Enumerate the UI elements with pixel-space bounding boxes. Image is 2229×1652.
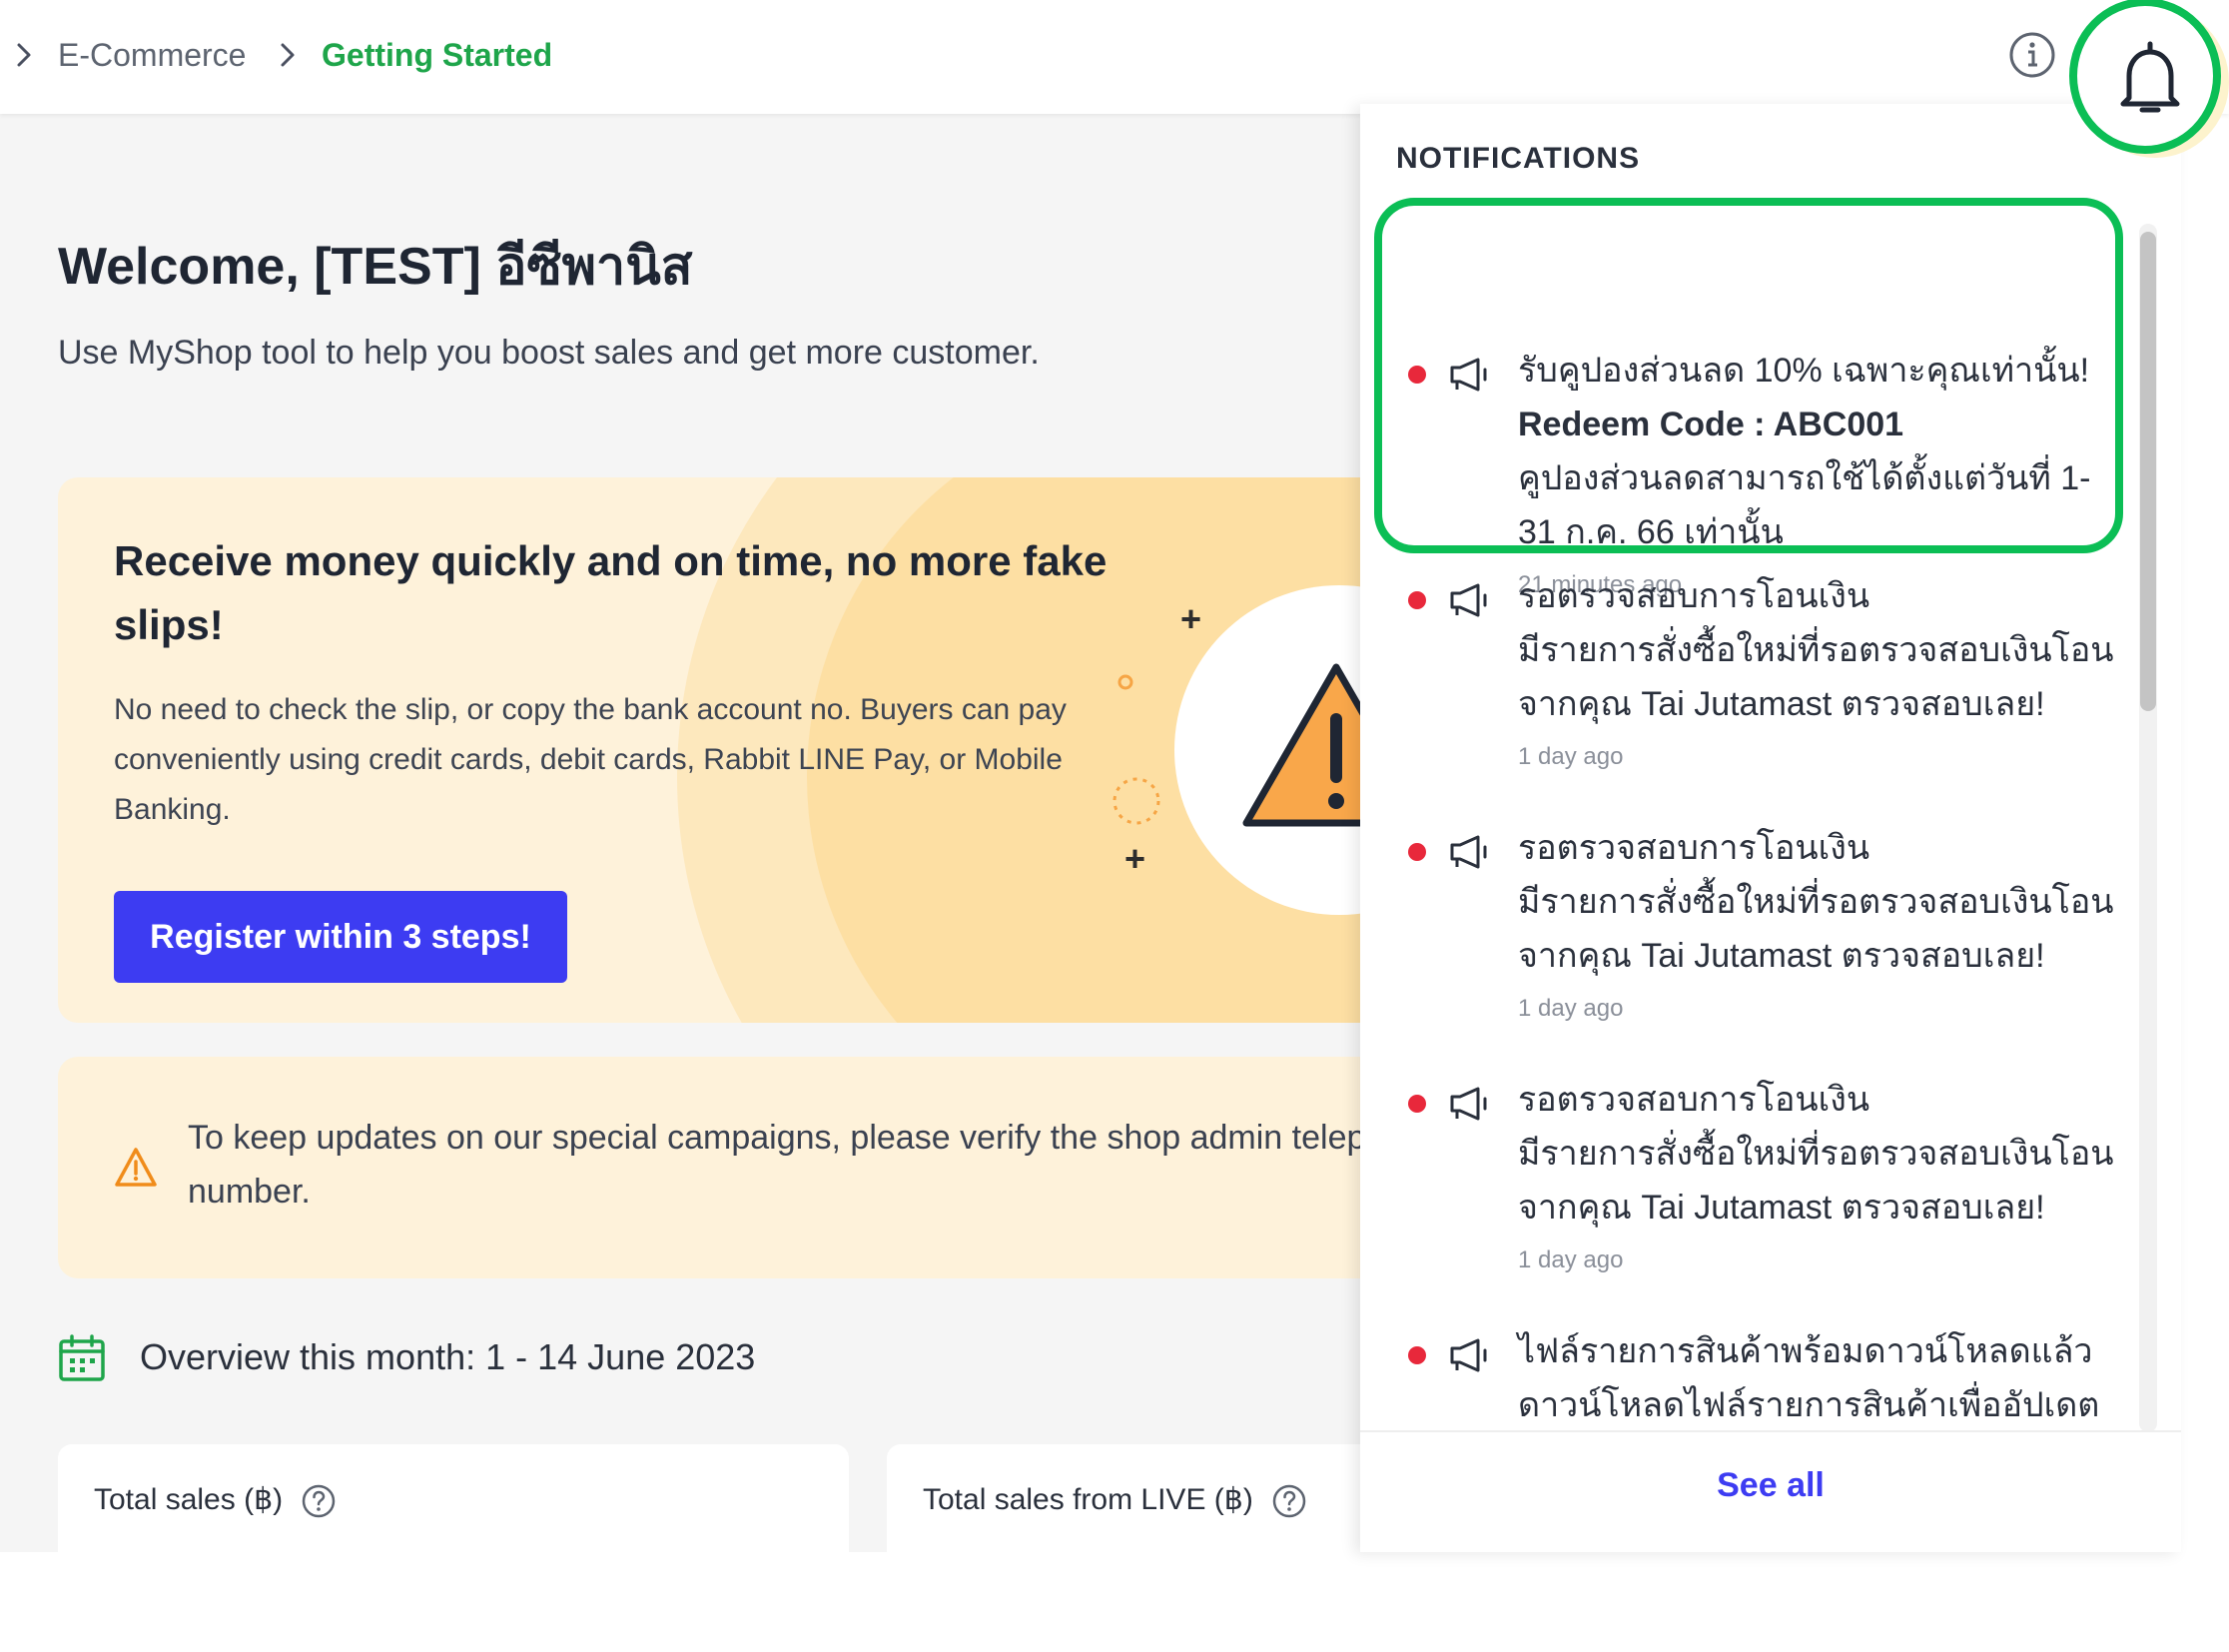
alert-text: To keep updates on our special campaigns… (188, 1119, 1442, 1211)
top-bar: E-Commerce Getting Started (0, 0, 2229, 114)
unread-dot (1408, 591, 1426, 609)
notification-item[interactable]: รอตรวจสอบการโอนเงิน มีรายการสั่งซื้อใหม่… (1360, 805, 2139, 1055)
calendar-icon (59, 1334, 105, 1381)
verify-phone-alert: To keep updates on our special campaigns… (58, 1057, 1456, 1278)
notification-body: มีรายการสั่งซื้อใหม่ที่รอตรวจสอบเงินโอนจ… (1518, 883, 2114, 975)
notification-title: ไฟล์รายการสินค้าพร้อมดาวน์โหลดแล้ว (1518, 1332, 2093, 1370)
notification-title: รอตรวจสอบการโอนเงิน (1518, 829, 1870, 867)
sparkle-icon: + (1180, 598, 1202, 639)
banner-description: No need to check the slip, or copy the b… (114, 693, 1067, 826)
sparkle-icon (1113, 777, 1160, 825)
help-circle-icon[interactable] (301, 1483, 337, 1519)
bell-icon (2120, 41, 2180, 113)
notification-title: รอตรวจสอบการโอนเงิน (1518, 577, 1870, 615)
notifications-panel: NOTIFICATIONS รับคูปองส่วนลด 10% เฉพาะคุ… (1360, 104, 2181, 1552)
megaphone-icon (1450, 1338, 1487, 1372)
notification-body: ดาวน์โหลดไฟล์รายการสินค้าเพื่ออัปเดต (1518, 1386, 2100, 1424)
warning-icon (115, 1148, 157, 1187)
card-label-wrap: Total sales from LIVE (฿) (923, 1482, 1307, 1519)
notification-content: รอตรวจสอบการโอนเงิน มีรายการสั่งซื้อใหม่… (1518, 821, 2127, 1029)
banner-title: Receive money quickly and on time, no mo… (114, 537, 1108, 648)
live-sales-label: Total sales from LIVE (฿) (923, 1483, 1253, 1516)
unread-dot (1408, 1346, 1426, 1364)
megaphone-icon (1450, 1087, 1487, 1121)
notification-time: 1 day ago (1518, 743, 1624, 770)
notification-item[interactable]: รอตรวจสอบการโอนเงิน มีรายการสั่งซื้อใหม่… (1360, 553, 2139, 803)
notification-code: Redeem Code : ABC001 (1518, 406, 1904, 443)
page-subtitle: Use MyShop tool to help you boost sales … (58, 334, 1040, 372)
notification-title: รอตรวจสอบการโอนเงิน (1518, 1081, 1870, 1119)
notifications-title: NOTIFICATIONS (1396, 142, 1641, 175)
help-circle-icon[interactable] (1271, 1483, 1307, 1519)
notification-content: ไฟล์รายการสินค้าพร้อมดาวน์โหลดแล้ว ดาวน์… (1518, 1324, 2127, 1438)
chevron-right-icon (4, 32, 44, 78)
page-title: Welcome, [TEST] อีซีพานิส (58, 238, 693, 296)
megaphone-icon (1450, 835, 1487, 869)
notification-body: มีรายการสั่งซื้อใหม่ที่รอตรวจสอบเงินโอนจ… (1518, 631, 2114, 723)
notifications-list[interactable]: รับคูปองส่วนลด 10% เฉพาะคุณเท่านั้น! Red… (1360, 216, 2181, 1534)
notifications-bell-button[interactable] (2069, 0, 2221, 154)
sparkle-icon: + (1124, 838, 1146, 879)
register-button[interactable]: Register within 3 steps! (114, 891, 567, 983)
notification-item[interactable]: รอตรวจสอบการโอนเงิน มีรายการสั่งซื้อใหม่… (1360, 1057, 2139, 1306)
notification-body: มีรายการสั่งซื้อใหม่ที่รอตรวจสอบเงินโอนจ… (1518, 1135, 2114, 1227)
notification-title: รับคูปองส่วนลด 10% เฉพาะคุณเท่านั้น! (1518, 352, 2090, 390)
chevron-right-icon (268, 32, 308, 78)
notification-content: รอตรวจสอบการโอนเงิน มีรายการสั่งซื้อใหม่… (1518, 1073, 2127, 1280)
sparkle-icon (1117, 674, 1133, 690)
total-sales-card: Total sales (฿) (58, 1444, 849, 1594)
notification-item[interactable]: รับคูปองส่วนลด 10% เฉพาะคุณเท่านั้น! Red… (1360, 288, 2139, 598)
notification-time: 1 day ago (1518, 995, 1624, 1022)
promo-banner: Receive money quickly and on time, no mo… (58, 477, 1456, 1023)
see-all-link[interactable]: See all (1360, 1466, 2181, 1505)
card-label-wrap: Total sales (฿) (94, 1482, 337, 1519)
unread-dot (1408, 366, 1426, 384)
notification-time: 1 day ago (1518, 1246, 1624, 1273)
breadcrumb-getting-started[interactable]: Getting Started (322, 30, 552, 80)
overview-title: Overview this month: 1 - 14 June 2023 (140, 1336, 756, 1377)
megaphone-icon (1450, 358, 1487, 392)
scrollbar-thumb[interactable] (2140, 232, 2156, 711)
unread-dot (1408, 1095, 1426, 1113)
main-content: Welcome, [TEST] อีซีพานิส Use MyShop too… (0, 114, 1486, 1594)
notification-content: รอตรวจสอบการโอนเงิน มีรายการสั่งซื้อใหม่… (1518, 569, 2127, 777)
total-sales-label: Total sales (฿) (94, 1483, 284, 1516)
info-icon[interactable] (2007, 30, 2057, 80)
notification-body: คูปองส่วนลดสามารถใช้ได้ตั้งแต่วันที่ 1-3… (1518, 459, 2091, 551)
breadcrumb-ecommerce[interactable]: E-Commerce (58, 30, 246, 80)
megaphone-icon (1450, 583, 1487, 617)
unread-dot (1408, 843, 1426, 861)
notifications-footer: See all (1360, 1430, 2181, 1552)
